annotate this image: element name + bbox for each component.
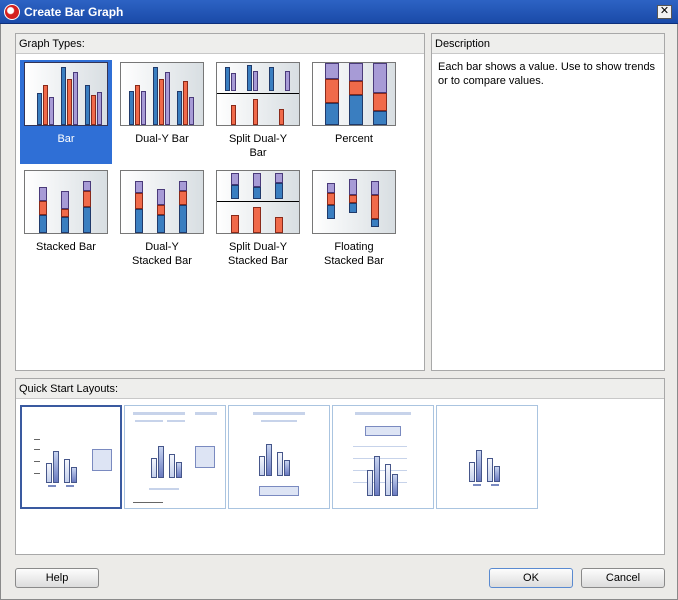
graph-type-stacked-bar[interactable]: Stacked Bar [20,168,112,272]
split-dual-y-stacked-bar-thumbnail [216,170,300,234]
app-icon [4,4,20,20]
graph-type-dual-y-stacked-bar[interactable]: Dual-Y Stacked Bar [116,168,208,272]
quick-start-header: Quick Start Layouts: [16,379,664,399]
graph-type-label: Dual-Y Stacked Bar [132,241,192,267]
floating-stacked-bar-thumbnail [312,170,396,234]
graph-type-label: Percent [335,133,373,145]
description-panel: Description Each bar shows a value. Use … [431,33,665,371]
graph-type-label: Bar [57,133,75,145]
description-header: Description [432,34,664,54]
graph-type-bar[interactable]: Bar [20,60,112,164]
graph-type-label: Dual-Y Bar [135,133,189,145]
window-title: Create Bar Graph [24,5,124,19]
quick-start-layout-5[interactable] [436,405,538,509]
close-icon[interactable]: ✕ [657,5,672,19]
graph-type-label: Floating Stacked Bar [324,241,384,267]
description-text: Each bar shows a value. Use to show tren… [438,61,656,87]
stacked-bar-thumbnail [24,170,108,234]
split-dual-y-bar-thumbnail [216,62,300,126]
dialog-body: Graph Types: Bar Dual-Y Bar Split Dual-Y… [0,24,678,600]
graph-type-percent[interactable]: Percent [308,60,400,164]
graph-type-floating-stacked-bar[interactable]: Floating Stacked Bar [308,168,400,272]
quick-start-layout-2[interactable] [124,405,226,509]
title-bar: Create Bar Graph ✕ [0,0,678,24]
quick-start-panel: Quick Start Layouts: [15,378,665,555]
graph-type-label: Stacked Bar [36,241,96,253]
cancel-button[interactable]: Cancel [581,568,665,588]
graph-types-panel: Graph Types: Bar Dual-Y Bar Split Dual-Y… [15,33,425,371]
help-button[interactable]: Help [15,568,99,588]
dual-y-bar-thumbnail [120,62,204,126]
quick-start-layout-4[interactable] [332,405,434,509]
graph-type-label: Split Dual-Y Bar [228,133,288,159]
quick-start-layout-3[interactable] [228,405,330,509]
bar-thumbnail [24,62,108,126]
ok-button[interactable]: OK [489,568,573,588]
percent-thumbnail [312,62,396,126]
graph-type-dual-y-bar[interactable]: Dual-Y Bar [116,60,208,164]
quick-start-layout-1[interactable] [20,405,122,509]
graph-types-header: Graph Types: [16,34,424,54]
graph-type-split-dual-y-bar[interactable]: Split Dual-Y Bar [212,60,304,164]
graph-type-label: Split Dual-Y Stacked Bar [228,241,288,267]
dual-y-stacked-bar-thumbnail [120,170,204,234]
graph-type-split-dual-y-stacked-bar[interactable]: Split Dual-Y Stacked Bar [212,168,304,272]
